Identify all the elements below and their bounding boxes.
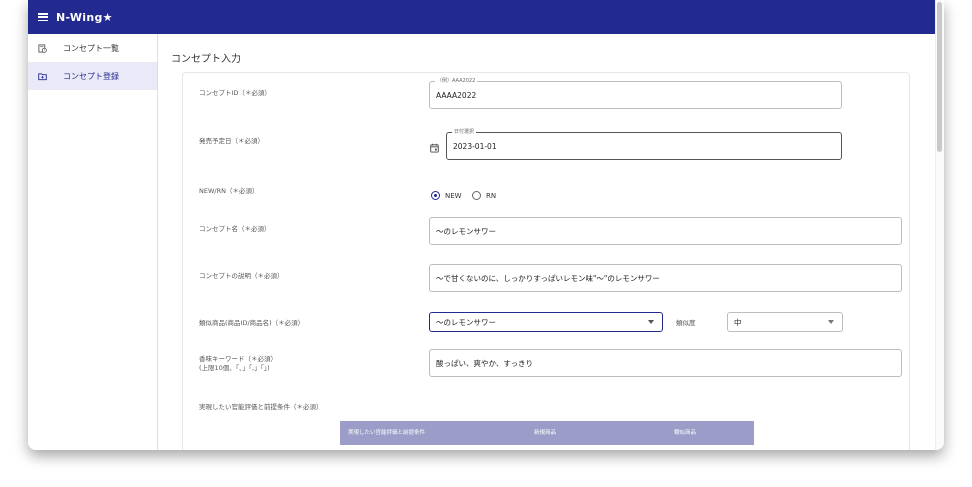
concept-desc-label: コンセプトの説明（＊必須） xyxy=(199,272,284,280)
similarity-select[interactable]: 中 xyxy=(727,312,843,332)
flavor-keywords-label: 香味キーワード（＊必須） (上限10個、「、」「,」「」) xyxy=(199,355,277,373)
concept-name-label: コンセプト名（＊必須） xyxy=(199,225,271,233)
sidebar-item-concept-list[interactable]: コンセプト一覧 xyxy=(28,34,157,62)
concept-name-value: 〜のレモンサワー xyxy=(436,226,496,236)
flavor-keywords-label-line2: (上限10個、「、」「,」「」) xyxy=(199,364,270,372)
radio-rn-label: RN xyxy=(486,191,497,200)
radio-rn-control[interactable] xyxy=(472,191,481,200)
folder-add-icon xyxy=(38,72,47,80)
release-date-input[interactable]: 日付選択 2023-01-01 xyxy=(446,129,842,160)
new-rn-label: NEW/RN（＊必須） xyxy=(199,187,259,195)
sensory-eval-label: 実現したい官能評価と前提条件（＊必須） xyxy=(199,403,323,411)
release-date-label: 発売予定日（＊必須） xyxy=(199,137,264,145)
sidebar-item-label: コンセプト登録 xyxy=(63,71,119,81)
chevron-down-icon xyxy=(648,320,654,324)
scrollbar-thumb[interactable] xyxy=(937,2,942,152)
radio-new-control[interactable] xyxy=(431,191,440,200)
flavor-keywords-value: 酸っぱい、爽やか、すっきり xyxy=(436,358,534,368)
sidebar-item-concept-register[interactable]: コンセプト登録 xyxy=(28,62,157,90)
concept-id-value: AAAA2022 xyxy=(436,90,477,100)
calendar-icon[interactable] xyxy=(430,143,439,153)
concept-desc-input[interactable]: 〜で甘くないのに、しっかりすっぱいレモン味"〜"のレモンサワー xyxy=(429,264,902,292)
main-content: コンセプト入力 コンセプトID（＊必須） （例）AAA2022 AAAA2022… xyxy=(159,34,930,450)
app-window: N-Wing★ コンセプト一覧 コンセプト登録 コンセプト入力 コンセプトID（ xyxy=(28,0,944,450)
app-bar: N-Wing★ xyxy=(28,0,944,34)
table-header-cell: 実現したい官能評価と前提条件 xyxy=(348,430,426,436)
concept-id-legend: （例）AAA2022 xyxy=(435,78,478,85)
sensory-table-header: 実現したい官能評価と前提条件 新規商品 類似商品 xyxy=(340,421,754,445)
scrollbar-track[interactable] xyxy=(935,0,944,450)
list-clock-icon xyxy=(38,43,47,53)
flavor-keywords-label-line1: 香味キーワード（＊必須） xyxy=(199,355,277,363)
concept-id-label: コンセプトID（＊必須） xyxy=(199,89,271,97)
release-date-value: 2023-01-01 xyxy=(453,141,497,151)
release-date-legend: 日付選択 xyxy=(452,129,477,136)
app-title: N-Wing★ xyxy=(56,10,113,24)
table-header-cell: 類似商品 xyxy=(674,430,697,436)
hamburger-menu-icon[interactable] xyxy=(38,13,48,21)
sidebar-item-label: コンセプト一覧 xyxy=(63,43,119,53)
flavor-keywords-input[interactable]: 酸っぱい、爽やか、すっきり xyxy=(429,349,902,377)
concept-desc-value: 〜で甘くないのに、しっかりすっぱいレモン味"〜"のレモンサワー xyxy=(436,273,660,283)
similarity-label: 類似度 xyxy=(676,319,696,327)
similar-product-select[interactable]: 〜のレモンサワー xyxy=(429,312,663,332)
concept-name-input[interactable]: 〜のレモンサワー xyxy=(429,217,902,245)
similar-product-label: 類似商品(商品ID/商品名)（＊必須） xyxy=(199,319,305,327)
similar-product-value: 〜のレモンサワー xyxy=(436,317,496,327)
concept-id-input[interactable]: （例）AAA2022 AAAA2022 xyxy=(429,78,842,109)
chevron-down-icon xyxy=(828,320,834,324)
table-header-cell: 新規商品 xyxy=(534,430,557,436)
page-title: コンセプト入力 xyxy=(171,54,241,65)
similarity-value: 中 xyxy=(734,317,742,327)
radio-new-label: NEW xyxy=(445,191,462,200)
radio-rn[interactable]: RN xyxy=(472,191,496,200)
concept-form-card: コンセプトID（＊必須） （例）AAA2022 AAAA2022 発売予定日（＊… xyxy=(182,72,910,450)
radio-new[interactable]: NEW xyxy=(431,191,462,200)
sidebar: コンセプト一覧 コンセプト登録 xyxy=(28,34,158,450)
